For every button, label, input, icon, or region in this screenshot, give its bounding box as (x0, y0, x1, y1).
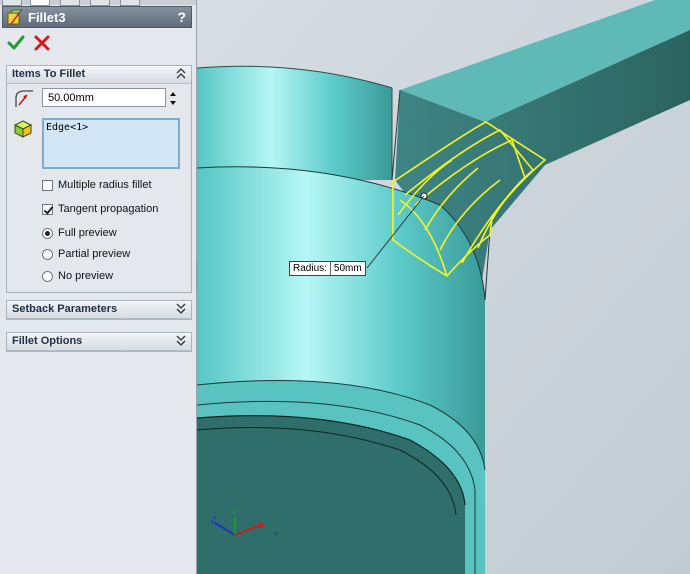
help-button[interactable]: ? (177, 9, 186, 25)
fillet-options-header[interactable]: Fillet Options (7, 333, 191, 351)
items-to-fillet-header[interactable]: Items To Fillet (7, 66, 191, 84)
expand-chevron-icon[interactable] (175, 302, 187, 315)
radius-icon (15, 90, 33, 107)
group-title: Fillet Options (12, 335, 83, 347)
multiple-radius-checkbox[interactable] (42, 180, 53, 191)
cancel-x-icon[interactable] (33, 34, 51, 52)
no-preview-radio[interactable] (42, 271, 53, 282)
model-view[interactable]: Z Y + (197, 0, 690, 574)
boss-top (197, 66, 392, 180)
multiple-radius-label: Multiple radius fillet (58, 179, 152, 191)
partial-preview-label: Partial preview (58, 248, 131, 260)
feature-title: Fillet3 (28, 10, 66, 25)
svg-text:Y: Y (231, 507, 237, 517)
group-title: Items To Fillet (12, 68, 86, 80)
partial-preview-radio[interactable] (42, 249, 53, 260)
collapse-chevron-icon[interactable] (175, 67, 187, 80)
ok-check-icon[interactable] (7, 34, 25, 52)
radius-spinner[interactable] (169, 88, 179, 107)
radius-input[interactable]: 50.00mm (42, 88, 166, 107)
tangent-propagation-label: Tangent propagation (58, 203, 159, 215)
radius-callout[interactable]: Radius: 50mm (289, 261, 366, 276)
svg-text:Z: Z (211, 515, 217, 525)
full-preview-label: Full preview (58, 227, 117, 239)
fillet-options-group[interactable]: Fillet Options (6, 332, 192, 352)
selected-edges-list[interactable]: Edge<1> (42, 118, 180, 169)
manager-tabs (0, 0, 196, 6)
fillet-feature-icon (7, 9, 23, 25)
title-bar: Fillet3 ? (2, 6, 192, 28)
edge-selection-icon (13, 120, 33, 138)
graphics-area[interactable]: Z Y + Radius: 50mm (197, 0, 690, 574)
setback-parameters-header[interactable]: Setback Parameters (7, 301, 191, 319)
tangent-propagation-checkbox[interactable] (42, 204, 53, 215)
setback-parameters-group[interactable]: Setback Parameters (6, 300, 192, 320)
spin-up-icon[interactable] (170, 92, 176, 96)
items-to-fillet-group: Items To Fillet 50.00mm Edge<1> Multiple… (6, 65, 192, 293)
svg-text:+: + (273, 529, 279, 540)
full-preview-radio[interactable] (42, 228, 53, 239)
property-manager: Fillet3 ? Items To Fillet 50.00mm Edge<1… (0, 0, 197, 574)
callout-value-input[interactable]: 50mm (330, 262, 365, 275)
no-preview-label: No preview (58, 270, 114, 282)
group-title: Setback Parameters (12, 303, 118, 315)
spin-down-icon[interactable] (170, 101, 176, 105)
callout-label: Radius: (290, 262, 331, 275)
expand-chevron-icon[interactable] (175, 334, 187, 347)
